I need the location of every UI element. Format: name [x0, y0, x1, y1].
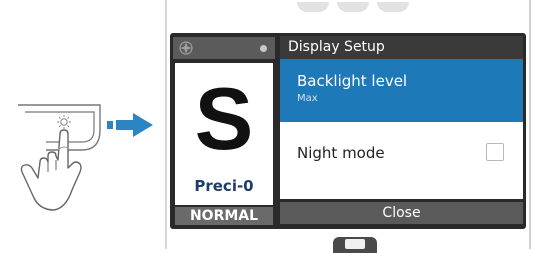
dialog-body: Backlight level Max Night mode — [280, 59, 523, 199]
menu-item-night-mode[interactable]: Night mode — [280, 122, 523, 182]
mode-card: S Preci-0 — [175, 63, 273, 205]
menu-item-label: Night mode — [297, 144, 385, 162]
device-bezel-left — [165, 0, 167, 249]
device-screen: S Preci-0 NORMAL Display Setup Backlight… — [170, 33, 526, 229]
night-mode-checkbox[interactable] — [486, 143, 504, 161]
dot-icon — [260, 45, 267, 52]
device-bottom-key[interactable] — [333, 237, 377, 253]
hand-pressing-icon — [0, 60, 115, 230]
menu-item-value: Max — [297, 93, 318, 104]
device-bezel-right — [529, 0, 531, 249]
dialog-title: Display Setup — [280, 36, 523, 59]
mode-name: Preci-0 — [194, 177, 254, 195]
menu-item-label: Backlight level — [297, 72, 408, 90]
mode-letter: S — [194, 69, 254, 168]
autopilot-status-panel: S Preci-0 NORMAL — [173, 37, 275, 225]
arrow-right-icon — [103, 110, 158, 140]
state-badge: NORMAL — [175, 207, 273, 225]
compass-icon — [178, 40, 194, 56]
status-header — [173, 37, 275, 59]
display-setup-dialog: Display Setup Backlight level Max Night … — [280, 36, 523, 226]
device-top-keys — [297, 0, 409, 16]
close-button[interactable]: Close — [280, 202, 523, 224]
menu-item-backlight-level[interactable]: Backlight level Max — [280, 59, 523, 122]
